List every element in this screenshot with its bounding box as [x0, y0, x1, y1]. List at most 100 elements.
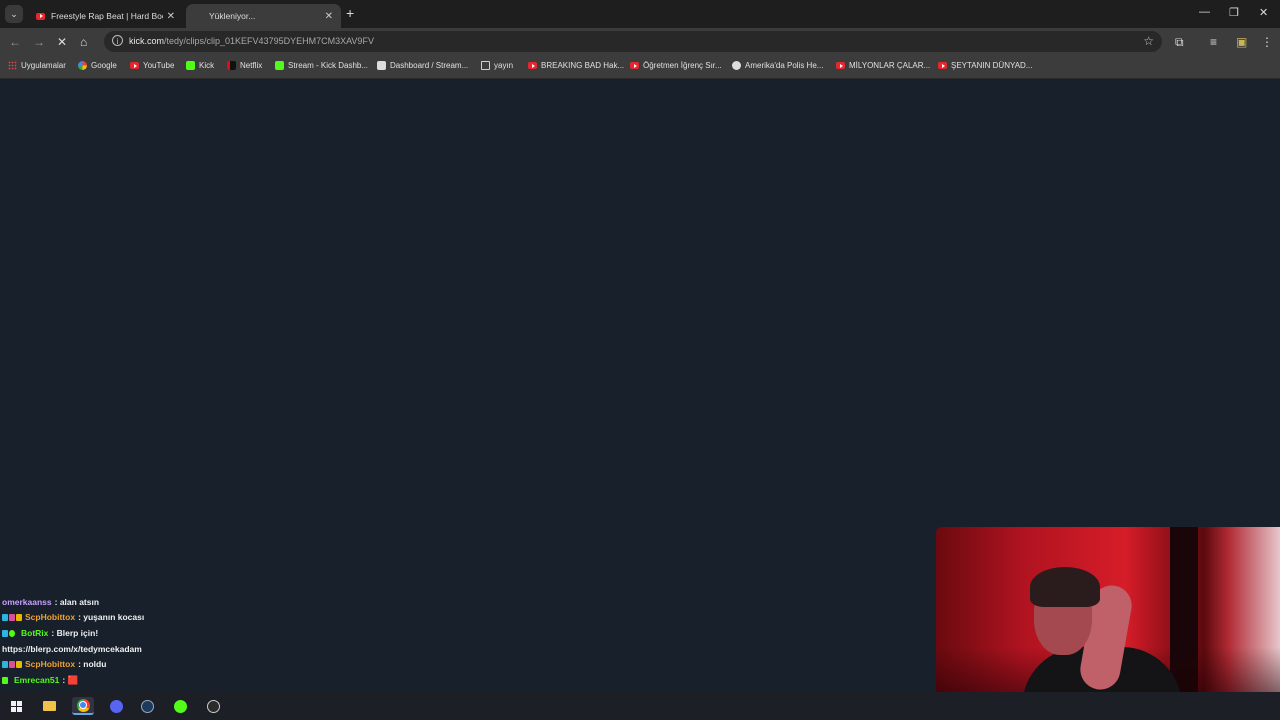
- badge-icon: [9, 629, 15, 637]
- chat-text: 🟥: [67, 675, 79, 685]
- obs-button[interactable]: [204, 697, 222, 715]
- bookmark-label: Netflix: [240, 61, 263, 70]
- media-controls-icon[interactable]: ≡: [1210, 34, 1217, 50]
- file-explorer-button[interactable]: [40, 697, 58, 715]
- badge-icon: [2, 629, 8, 637]
- folder-icon: [481, 61, 490, 70]
- bookmark-label: YouTube: [143, 61, 175, 70]
- new-tab-button[interactable]: +: [346, 6, 354, 20]
- chrome-button[interactable]: [72, 697, 94, 715]
- chat-text: yuşanın kocası: [83, 612, 145, 622]
- youtube-icon: [836, 62, 845, 69]
- tab-close-icon[interactable]: ✕: [325, 11, 333, 22]
- youtube-icon: [130, 62, 139, 69]
- youtube-icon: [528, 62, 537, 69]
- bookmark-seytanin[interactable]: ŞEYTANIN DÜNYAD...: [938, 61, 1033, 70]
- chat-text: noldu: [83, 659, 107, 669]
- bookmark-star-icon[interactable]: ☆: [1143, 34, 1154, 48]
- chat-message: BotRix : Blerp için!: [2, 625, 242, 641]
- badge-icon: [2, 660, 8, 668]
- badge-icon: [16, 613, 22, 621]
- bookmark-netflix[interactable]: Netflix: [227, 61, 262, 70]
- bookmark-apps[interactable]: Uygulamalar: [8, 61, 66, 70]
- site-info-icon[interactable]: i: [112, 35, 123, 46]
- profile-icon[interactable]: ▣: [1236, 34, 1247, 50]
- bookmark-label: Öğretmen İğrenç Sır...: [643, 61, 722, 70]
- restore-icon[interactable]: ❐: [1229, 6, 1239, 19]
- chat-message: ScpHobittox : noldu: [2, 656, 242, 672]
- bookmark-youtube[interactable]: YouTube: [130, 61, 174, 70]
- chat-username: omerkaanss: [2, 596, 52, 607]
- bookmark-dashboard-stream[interactable]: Dashboard / Stream...: [377, 61, 468, 70]
- bookmark-label: Kick: [199, 61, 215, 70]
- tab-title: Freestyle Rap Beat | Hard Boom: [51, 11, 163, 21]
- steam-icon: [140, 699, 154, 713]
- chat-message: omerkaanss : alan atsın: [2, 594, 242, 609]
- bookmark-label: Dashboard / Stream...: [390, 61, 469, 70]
- globe-icon: [732, 61, 741, 70]
- bookmark-label: Uygulamalar: [21, 61, 66, 70]
- tab-close-icon[interactable]: ✕: [167, 11, 175, 22]
- forward-icon[interactable]: →: [33, 34, 45, 50]
- minimize-icon[interactable]: —: [1199, 6, 1210, 18]
- kick-icon: [275, 61, 284, 70]
- netflix-icon: [227, 61, 236, 70]
- badge-icon: [9, 613, 15, 621]
- bookmark-amerika[interactable]: Amerika'da Polis He...: [732, 61, 823, 70]
- bookmark-label: MİLYONLAR ÇALAR...: [849, 61, 931, 70]
- bookmark-kick-dashboard[interactable]: Stream - Kick Dashb...: [275, 61, 368, 70]
- webcam-person-hair: [1030, 567, 1100, 607]
- chat-username: Emrecan51: [14, 675, 60, 685]
- bookmark-google[interactable]: Google: [78, 61, 117, 70]
- extensions-icon[interactable]: ⧉: [1175, 34, 1184, 50]
- bookmark-breaking-bad[interactable]: BREAKING BAD Hak...: [528, 61, 624, 70]
- url-domain: kick.com: [129, 36, 165, 46]
- badge-icon: [16, 660, 22, 668]
- taskbar: [0, 692, 1280, 720]
- tab-search-button[interactable]: ⌄: [5, 5, 23, 23]
- bookmark-kick[interactable]: Kick: [186, 61, 214, 70]
- kick-icon: [186, 61, 195, 70]
- bookmarks-bar: Uygulamalar Google YouTube Kick Netflix …: [0, 56, 1280, 79]
- google-icon: [78, 61, 87, 70]
- bookmark-label: Stream - Kick Dashb...: [288, 61, 369, 70]
- menu-icon[interactable]: ⋮: [1261, 34, 1273, 50]
- bookmark-milyonlar[interactable]: MİLYONLAR ÇALAR...: [836, 61, 930, 70]
- bookmark-ogretmen[interactable]: Öğretmen İğrenç Sır...: [630, 61, 722, 70]
- url-path: /tedy/clips/clip_01KEFV43795DYEHM7CM3XAV…: [164, 36, 374, 46]
- badge-icon: [2, 676, 8, 684]
- bookmark-label: BREAKING BAD Hak...: [541, 61, 625, 70]
- steam-button[interactable]: [138, 697, 156, 715]
- tab-strip: ⌄ Freestyle Rap Beat | Hard Boom ✕ Yükle…: [0, 0, 1280, 28]
- bookmark-folder-yayin[interactable]: yayın: [481, 61, 513, 70]
- youtube-icon: [36, 12, 45, 20]
- chat-username: ScpHobittox: [25, 612, 76, 622]
- chat-link[interactable]: https://blerp.com/x/tedymcekadam: [2, 641, 142, 657]
- chat-username: ScpHobittox: [25, 659, 76, 669]
- youtube-icon: [938, 62, 947, 69]
- youtube-icon: [630, 62, 639, 69]
- chat-text: Blerp için!: [56, 628, 99, 638]
- url-text[interactable]: kick.com/tedy/clips/clip_01KEFV43795DYEH…: [129, 36, 374, 46]
- start-button[interactable]: [7, 697, 25, 715]
- address-bar[interactable]: i kick.com/tedy/clips/clip_01KEFV43795DY…: [104, 31, 1162, 52]
- stop-loading-icon[interactable]: ✕: [57, 34, 67, 50]
- bookmark-label: Google: [91, 61, 117, 70]
- chrome-icon: [76, 698, 90, 712]
- badge-icon: [2, 613, 8, 621]
- windows-icon: [10, 700, 22, 712]
- tab-loading[interactable]: Yükleniyor... ✕: [186, 4, 341, 28]
- tab-title: Yükleniyor...: [209, 11, 256, 21]
- obs-icon: [206, 699, 220, 713]
- tab-youtube[interactable]: Freestyle Rap Beat | Hard Boom ✕: [28, 4, 183, 28]
- bookmark-label: ŞEYTANIN DÜNYAD...: [951, 61, 1033, 70]
- chat-message: https://blerp.com/x/tedymcekadam: [2, 641, 242, 656]
- back-icon[interactable]: ←: [9, 34, 21, 50]
- kick-app-button[interactable]: [171, 697, 189, 715]
- folder-icon: [42, 701, 56, 711]
- chat-text: alan atsın: [59, 596, 100, 607]
- close-window-icon[interactable]: ✕: [1259, 6, 1268, 19]
- home-icon[interactable]: ⌂: [80, 34, 87, 50]
- bookmark-label: yayın: [494, 61, 514, 70]
- app-button[interactable]: [107, 697, 125, 715]
